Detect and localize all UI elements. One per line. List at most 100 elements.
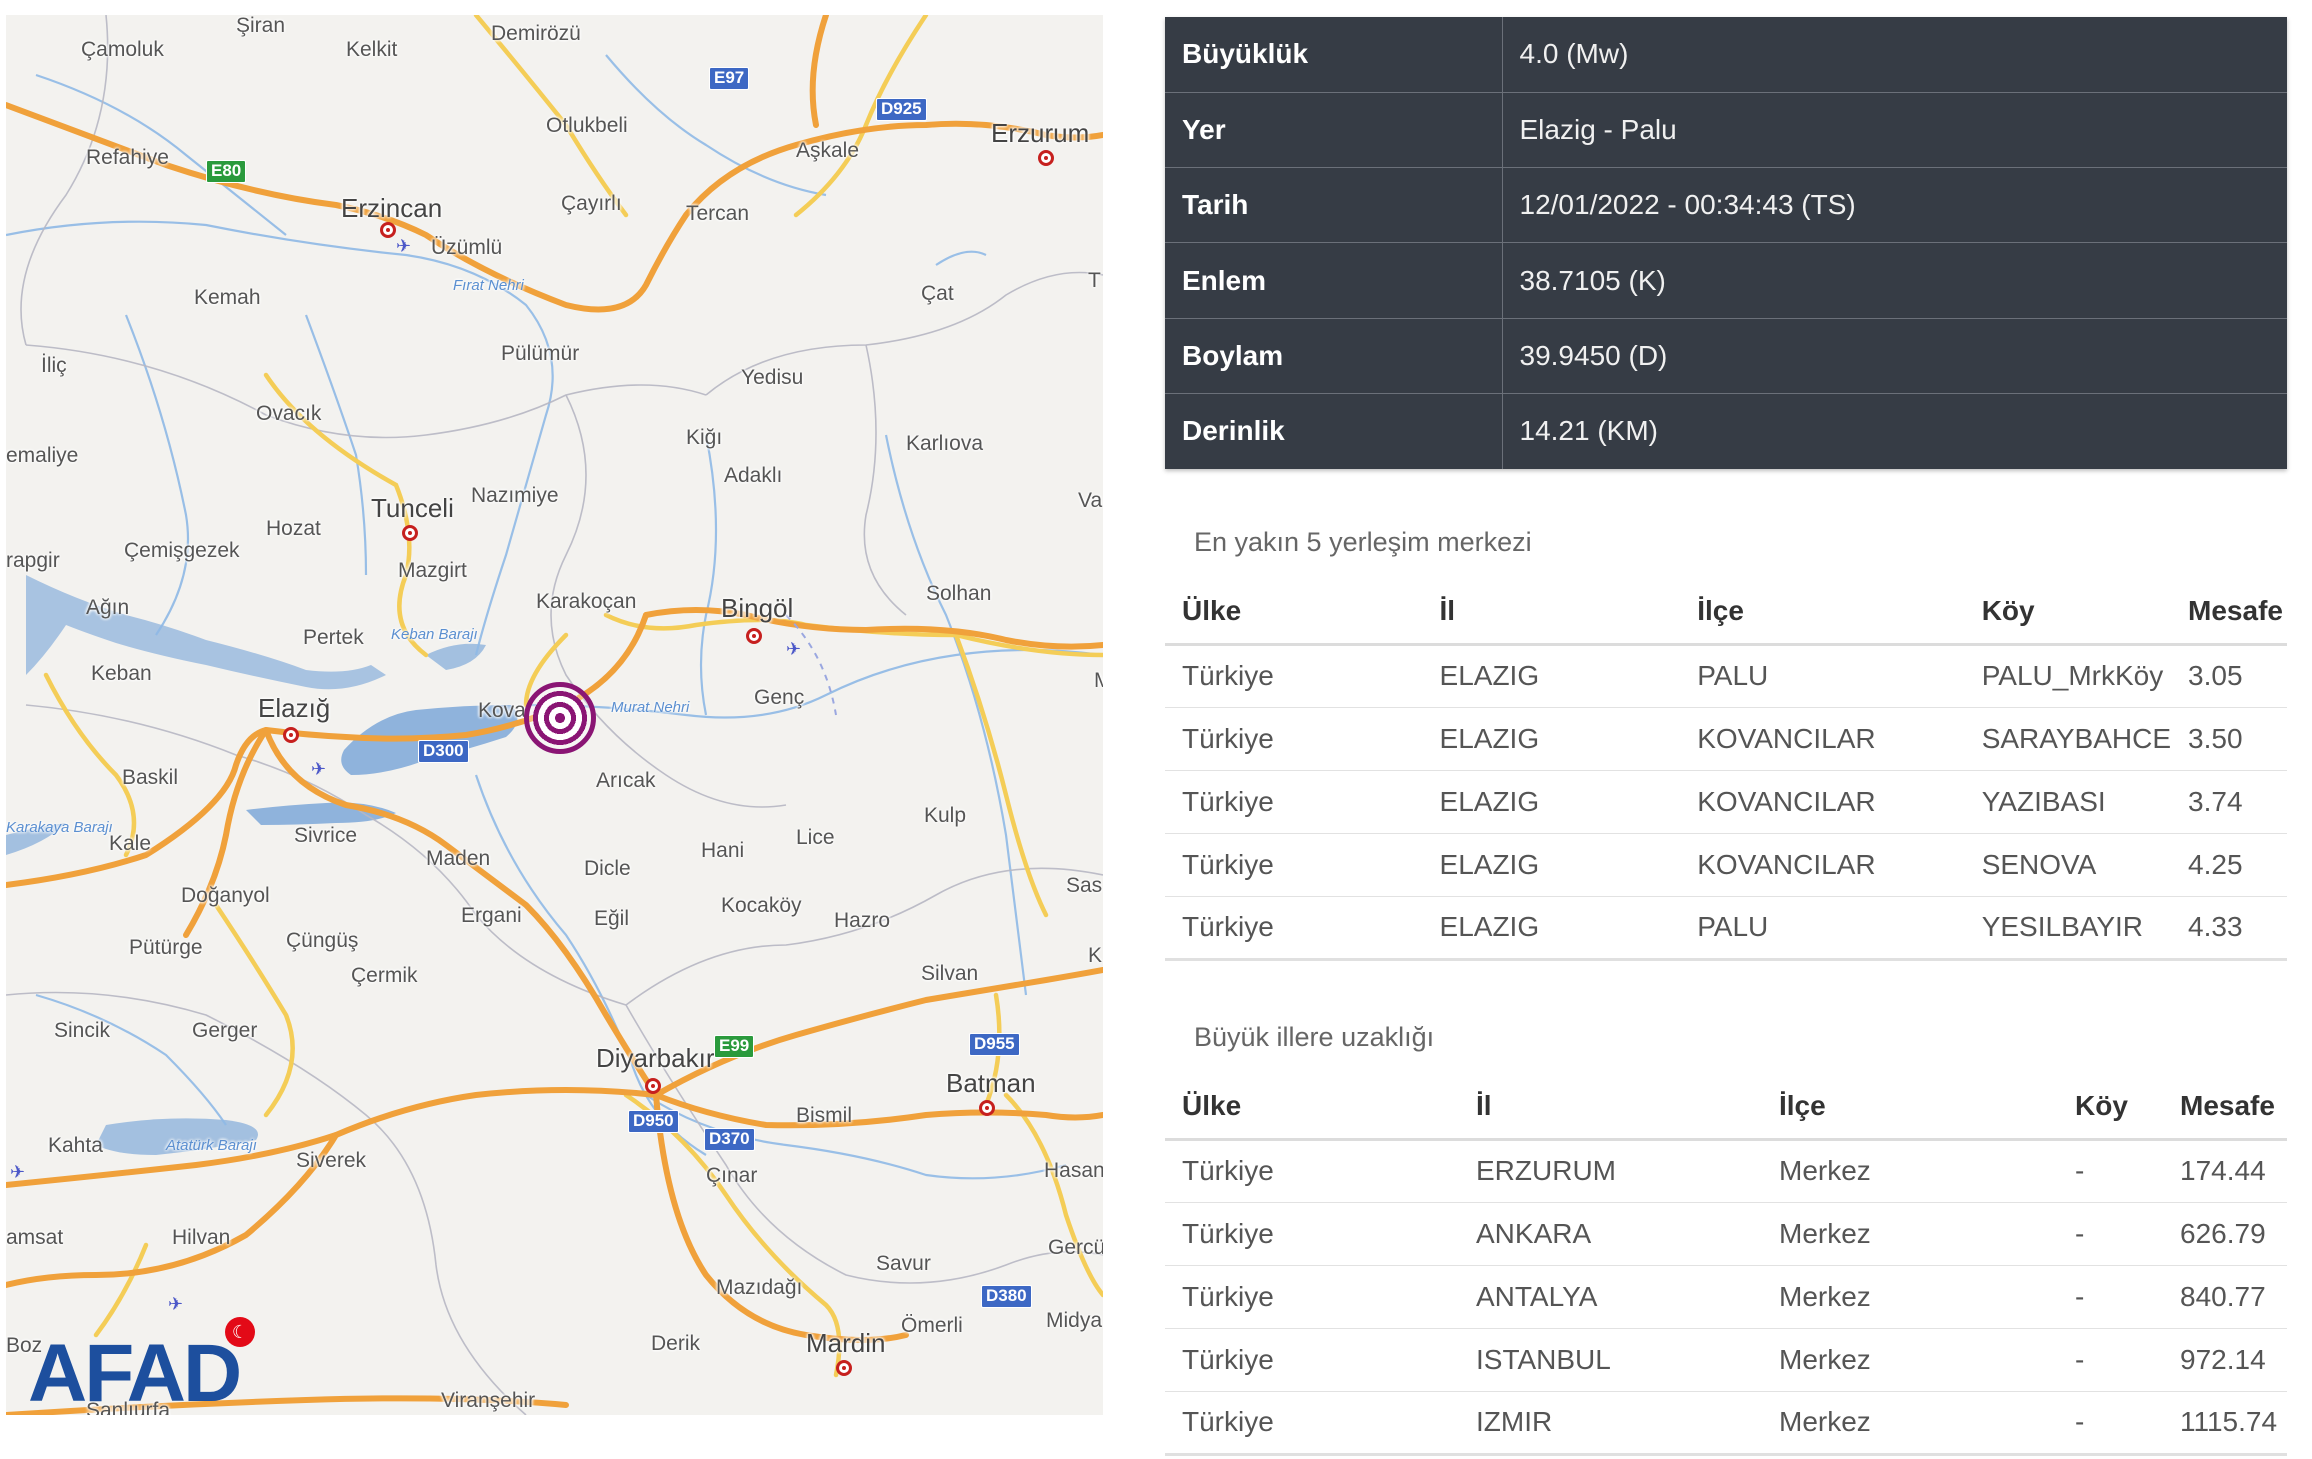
place-label: Demirözü [491,22,581,45]
place-label: Diyarbakır [596,1043,715,1073]
place-label: Arıcak [596,769,656,792]
place-label: Pütürge [129,936,203,959]
table-cell: ELAZIG [1422,644,1681,708]
city-marker-elazig[interactable] [283,727,299,743]
table-cell: ELAZIG [1422,896,1681,961]
info-value: Elazig - Palu [1502,92,2287,169]
table-cell: 174.44 [2163,1139,2287,1203]
place-label: Maden [426,847,491,870]
table-cell: Türkiye [1165,770,1423,834]
place-label: Viranşehir [441,1389,536,1412]
nearest-settlements-table: Ülke İl İlçe Köy Mesafe Türkiye ELAZIG PALU PAL… [1165,580,2287,961]
info-value: 12/01/2022 - 00:34:43 (TS) [1502,167,2287,244]
place-label: Nazımiye [471,484,559,507]
column-header: Ülke [1165,580,1423,646]
afad-logo: AFAD ☾ [28,1315,268,1415]
table-cell: 1115.74 [2163,1391,2287,1456]
place-label: Hilvan [172,1226,231,1249]
table-cell: YAZIBASI [1964,770,2172,834]
road-shield: D300 [418,740,469,763]
table-cell: IZMIR [1459,1391,1762,1456]
place-label: Keban [91,662,152,685]
table-cell: ISTANBUL [1459,1328,1762,1392]
road-shield: D380 [981,1285,1032,1308]
table-header-row: Ülke İl İlçe Köy Mesafe [1165,1075,2287,1141]
table-header-row: Ülke İl İlçe Köy Mesafe [1165,580,2287,646]
airport-icon: ✈ [786,639,802,659]
table-cell: Türkiye [1165,707,1423,771]
table-cell: Türkiye [1165,1202,1459,1266]
column-header: İl [1422,580,1681,646]
table-cell: ANTALYA [1459,1265,1762,1329]
column-header: Mesafe [2171,580,2287,646]
table-cell: Merkez [1762,1139,2058,1203]
table-cell: 626.79 [2163,1202,2287,1266]
place-label: Ergani [461,904,522,927]
place-label: Va [1078,489,1103,512]
place-label: Mazıdağı [716,1276,803,1299]
place-label: Silvan [921,962,979,985]
place-label: Kemah [194,286,261,309]
place-label: Erzurum [991,118,1090,148]
epicenter-marker[interactable] [524,682,596,754]
info-label: Boylam [1165,318,1503,394]
city-marker-batman[interactable] [979,1100,995,1116]
road-shield: E80 [206,160,247,183]
table-cell: - [2058,1265,2163,1329]
road-shield: E97 [709,67,750,90]
column-header: İl [1459,1075,1762,1141]
table-cell: Türkiye [1165,1328,1459,1392]
place-label: Kulp [924,804,967,827]
info-label: Yer [1165,92,1503,169]
table-cell: 3.50 [2171,707,2287,771]
info-row-b-y-kl-k: Büyüklük 4.0 (Mw) [1165,17,2287,93]
place-label: Hozat [266,517,321,540]
place-label: Kale [109,832,152,855]
place-label: Sas [1066,874,1103,897]
place-label: Çınar [706,1164,758,1187]
place-label: Şiran [236,15,286,37]
airport-icon: ✈ [168,1294,184,1314]
city-marker-diyarbakir[interactable] [645,1078,661,1094]
city-marker-mardin[interactable] [836,1360,852,1376]
place-label: İliç [41,354,67,377]
place-label: Derik [651,1332,701,1355]
table-cell: - [2058,1391,2163,1456]
place-label: Bingöl [721,593,794,623]
place-label: Bismil [796,1104,852,1127]
table-cell: 4.25 [2171,833,2287,897]
place-label: M [1094,669,1103,692]
table-cell: ELAZIG [1422,707,1681,771]
table-cell: Türkiye [1165,896,1423,961]
place-label: Üzümlü [431,236,503,259]
place-label: Çermik [351,964,418,987]
place-label: Otlukbeli [546,114,628,137]
city-marker-tunceli[interactable] [402,525,418,541]
table-row: Türkiye ANKARA Merkez -626.79 [1165,1202,2287,1266]
place-label: Solhan [926,582,992,605]
table-cell: 840.77 [2163,1265,2287,1329]
water-label: Fırat Nehri [453,277,524,294]
column-header: Köy [2058,1075,2163,1141]
table-cell: - [2058,1202,2163,1266]
info-value: 39.9450 (D) [1502,318,2287,394]
airport-icon: ✈ [311,759,327,779]
distance-to-cities-title: Büyük illere uzaklığı [1194,1022,1435,1052]
city-marker-erzincan[interactable] [380,222,396,238]
place-label: T [1088,269,1101,292]
info-row-derinlik: Derinlik 14.21 (KM) [1165,393,2287,469]
table-cell: - [2058,1139,2163,1203]
info-row-boylam: Boylam 39.9450 (D) [1165,318,2287,394]
place-label: Mardin [806,1328,886,1358]
table-cell: KOVANCILAR [1680,833,1965,897]
earthquake-map[interactable]: Şiran Çamoluk Kelkit Demirözü Otlukbeli Aşkal… [6,15,1103,1415]
road-shield: D955 [969,1033,1020,1056]
place-label: Kiğı [686,426,723,449]
place-label: Sivrice [294,824,358,847]
table-cell: Türkiye [1165,1391,1459,1456]
earthquake-info-table: Büyüklük 4.0 (Mw) Yer Elazig - Palu Tarih 12/… [1165,17,2287,469]
city-marker-erzurum[interactable] [1038,150,1054,166]
water-label: Murat Nehri [611,699,690,716]
place-label: Doğanyol [181,884,270,907]
city-marker-bingol[interactable] [746,628,762,644]
